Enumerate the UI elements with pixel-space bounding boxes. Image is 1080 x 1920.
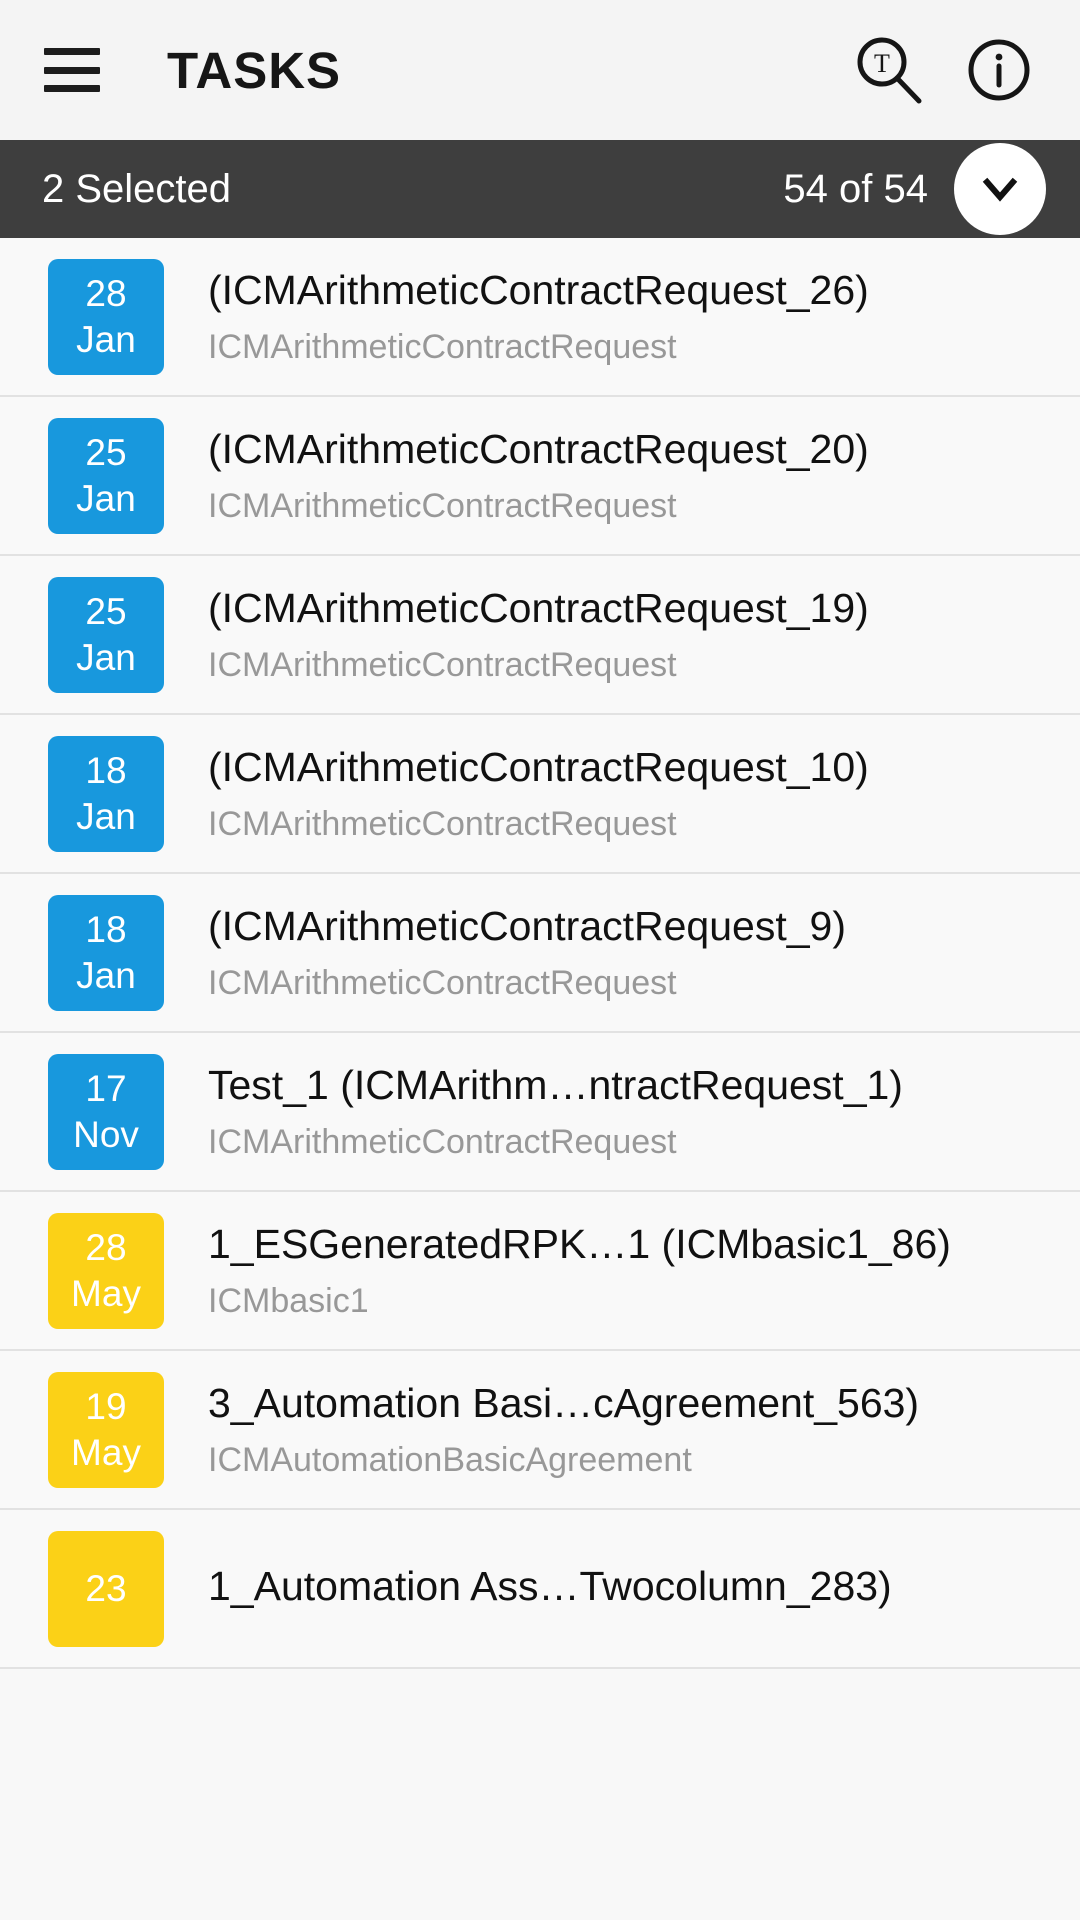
task-title: (ICMArithmeticContractRequest_10)	[208, 743, 869, 790]
task-subtitle: ICMbasic1	[208, 1281, 369, 1320]
task-date-chip: 19 May	[48, 1371, 164, 1488]
chevron-down-glyph	[982, 177, 1018, 202]
task-text-block: (ICMArithmeticContractRequest_19) ICMArit…	[208, 581, 1050, 689]
total-count-label: 54 of 54	[783, 166, 928, 211]
task-subtitle: ICMArithmeticContractRequest	[208, 1122, 677, 1161]
task-list[interactable]: 28 Jan (ICMArithmeticContractRequest_26) IC…	[0, 238, 1080, 1920]
task-text-block: (ICMArithmeticContractRequest_9) ICMArith…	[208, 899, 1050, 1007]
task-title: Test_1 (ICMArithm…ntractRequest_1)	[208, 1061, 903, 1108]
task-list-item[interactable]: 19 May 3_Automation Basi…cAgreement_563) IC…	[0, 1351, 1080, 1510]
task-date-day: 28	[85, 1226, 127, 1268]
task-subtitle: ICMArithmeticContractRequest	[208, 327, 677, 366]
task-date-month: Nov	[73, 1113, 139, 1155]
task-date-month: Jan	[76, 636, 136, 678]
task-date-chip: 17 Nov	[48, 1053, 164, 1170]
hamburger-bar	[44, 48, 100, 55]
task-title: (ICMArithmeticContractRequest_9)	[208, 902, 846, 949]
task-text-block: Test_1 (ICMArithm…ntractRequest_1) ICMAri…	[208, 1058, 1050, 1166]
task-title: 1_ESGeneratedRPK…1 (ICMbasic1_86)	[208, 1220, 951, 1267]
task-text-block: 1_ESGeneratedRPK…1 (ICMbasic1_86) ICMbasi…	[208, 1217, 1050, 1325]
task-date-chip: 25 Jan	[48, 417, 164, 534]
task-date-day: 25	[85, 590, 127, 632]
task-list-item[interactable]: 25 Jan (ICMArithmeticContractRequest_19) IC…	[0, 556, 1080, 715]
task-date-day: 28	[85, 272, 127, 314]
task-subtitle: ICMArithmeticContractRequest	[208, 486, 677, 525]
selection-bar: 2 Selected 54 of 54	[0, 140, 1080, 238]
task-date-day: 18	[85, 908, 127, 950]
selected-count-label: 2 Selected	[42, 166, 232, 211]
task-date-month: Jan	[76, 954, 136, 996]
info-icon[interactable]	[956, 27, 1042, 113]
task-date-month: May	[71, 1272, 141, 1314]
task-title: (ICMArithmeticContractRequest_19)	[208, 584, 869, 631]
chevron-down-icon[interactable]	[954, 143, 1046, 235]
task-title: (ICMArithmeticContractRequest_26)	[208, 266, 869, 313]
task-date-day: 19	[85, 1385, 127, 1427]
task-date-month: Jan	[76, 318, 136, 360]
task-text-block: (ICMArithmeticContractRequest_20) ICMArit…	[208, 422, 1050, 530]
task-date-day: 25	[85, 431, 127, 473]
text-search-glyph: T	[857, 37, 922, 104]
hamburger-bar	[44, 85, 100, 92]
task-list-item[interactable]: 28 Jan (ICMArithmeticContractRequest_26) IC…	[0, 238, 1080, 397]
task-list-item[interactable]: 17 Nov Test_1 (ICMArithm…ntractRequest_1) I…	[0, 1033, 1080, 1192]
task-subtitle: ICMArithmeticContractRequest	[208, 804, 677, 843]
task-date-chip: 18 Jan	[48, 894, 164, 1011]
task-date-chip: 25 Jan	[48, 576, 164, 693]
info-glyph	[968, 39, 1030, 101]
task-list-item[interactable]: 25 Jan (ICMArithmeticContractRequest_20) IC…	[0, 397, 1080, 556]
task-subtitle: ICMAutomationBasicAgreement	[208, 1440, 692, 1479]
page-title: TASKS	[167, 41, 342, 99]
task-date-chip: 23	[48, 1530, 164, 1647]
task-date-day: 23	[85, 1567, 127, 1609]
task-title: 3_Automation Basi…cAgreement_563)	[208, 1379, 920, 1426]
task-date-day: 18	[85, 749, 127, 791]
task-date-chip: 18 Jan	[48, 735, 164, 852]
task-date-day: 17	[85, 1067, 127, 1109]
task-title: (ICMArithmeticContractRequest_20)	[208, 425, 869, 472]
tasks-screen: TASKS T 2 Selected 54 of 54 28 Jan (ICMA…	[0, 0, 1080, 1920]
task-text-block: 1_Automation Ass…Twocolumn_283)	[208, 1559, 1050, 1619]
task-date-month: Jan	[76, 477, 136, 519]
task-list-item[interactable]: 28 May 1_ESGeneratedRPK…1 (ICMbasic1_86) IC…	[0, 1192, 1080, 1351]
hamburger-menu-icon[interactable]	[44, 48, 100, 92]
task-subtitle: ICMArithmeticContractRequest	[208, 645, 677, 684]
hamburger-bar	[44, 66, 100, 74]
task-title: 1_Automation Ass…Twocolumn_283)	[208, 1562, 892, 1609]
task-date-chip: 28 Jan	[48, 258, 164, 375]
text-search-icon[interactable]: T	[846, 27, 932, 113]
task-text-block: (ICMArithmeticContractRequest_10) ICMArit…	[208, 740, 1050, 848]
task-list-item[interactable]: 23 1_Automation Ass…Twocolumn_283)	[0, 1510, 1080, 1669]
task-text-block: 3_Automation Basi…cAgreement_563) ICMAuto…	[208, 1376, 1050, 1484]
task-list-item[interactable]: 18 Jan (ICMArithmeticContractRequest_10) IC…	[0, 715, 1080, 874]
task-date-chip: 28 May	[48, 1212, 164, 1329]
task-list-item[interactable]: 18 Jan (ICMArithmeticContractRequest_9) ICM…	[0, 874, 1080, 1033]
task-date-month: Jan	[76, 795, 136, 837]
task-subtitle: ICMArithmeticContractRequest	[208, 963, 677, 1002]
task-date-month: May	[71, 1431, 141, 1473]
task-text-block: (ICMArithmeticContractRequest_26) ICMArit…	[208, 263, 1050, 371]
app-bar: TASKS T	[0, 0, 1080, 140]
svg-text:T: T	[874, 49, 890, 78]
